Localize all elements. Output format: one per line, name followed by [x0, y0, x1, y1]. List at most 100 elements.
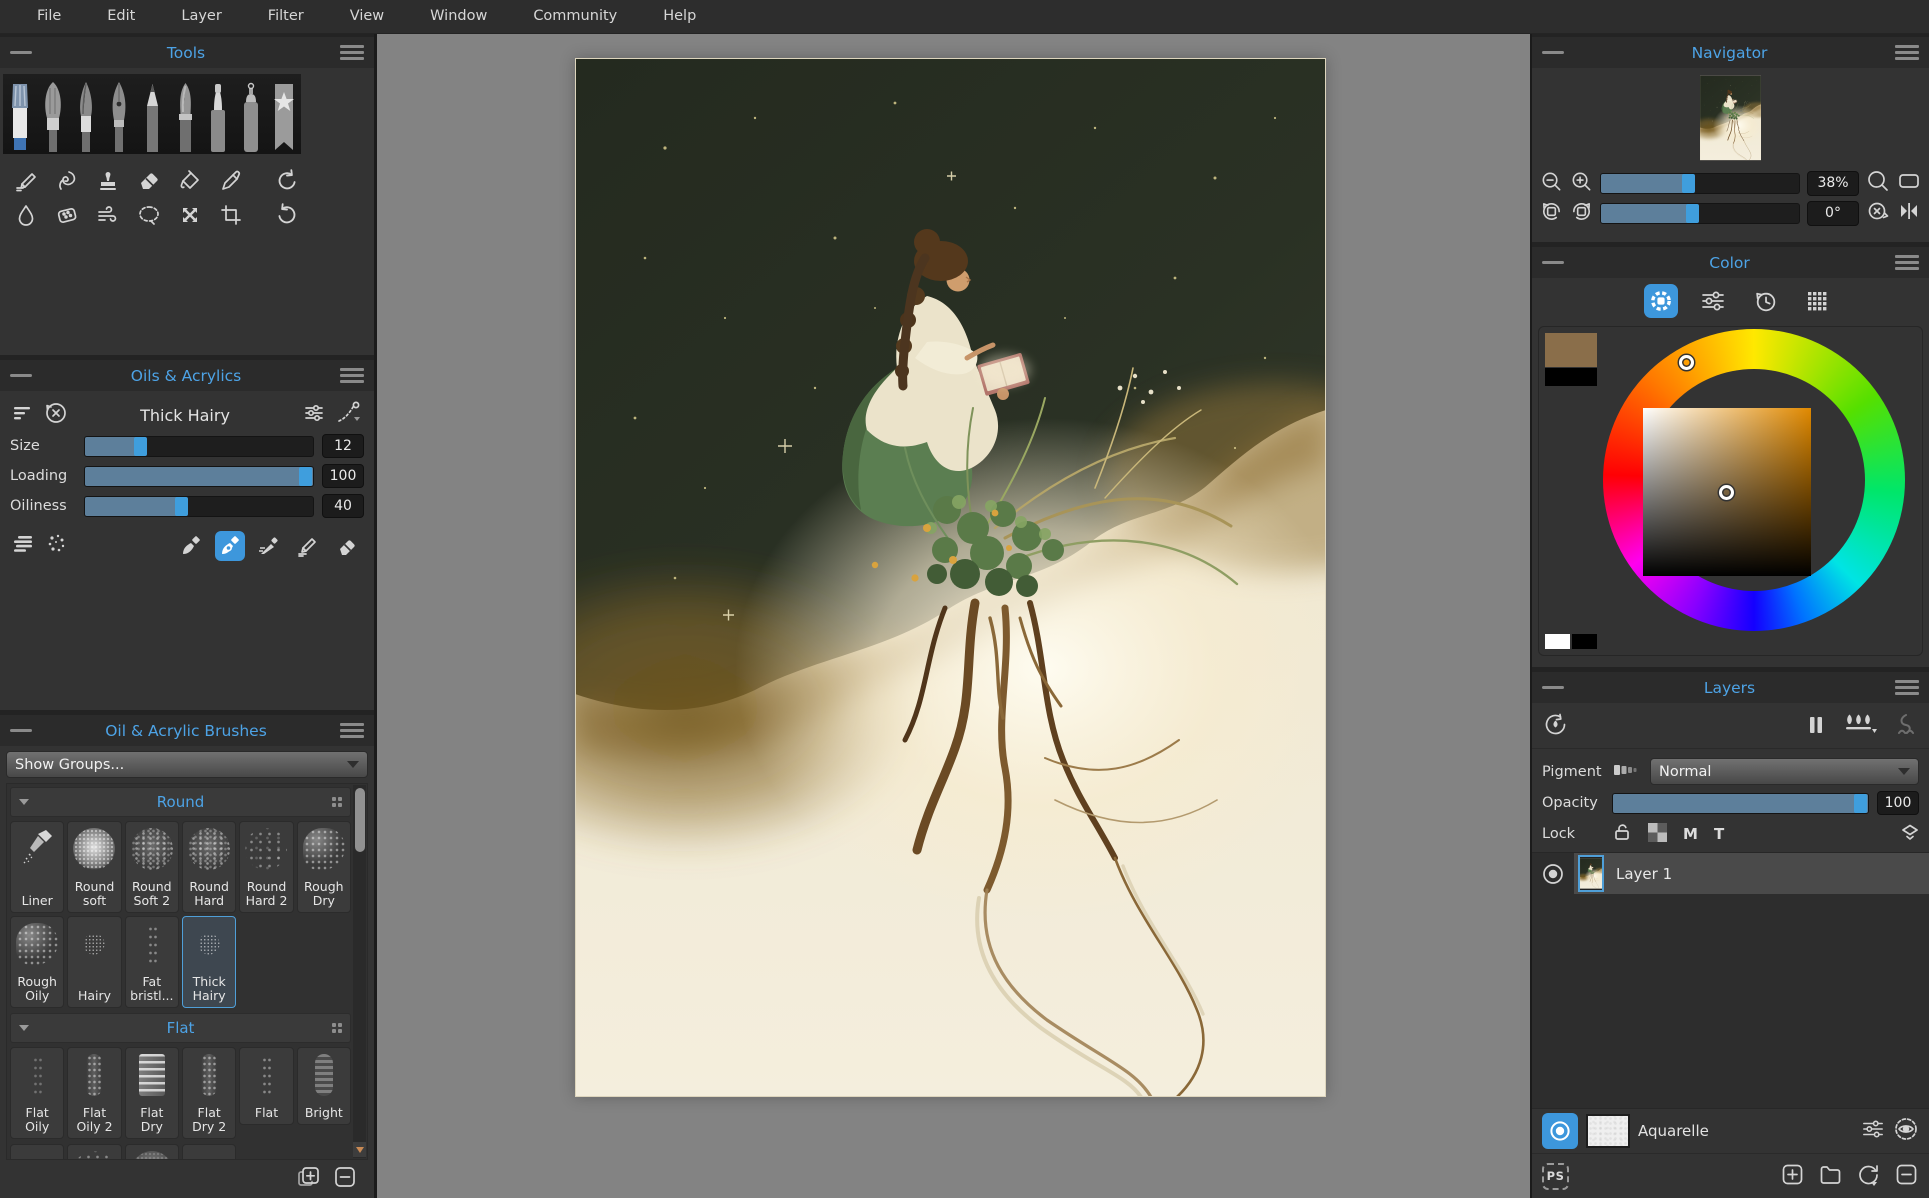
group-collapse-icon[interactable]: [19, 799, 29, 805]
layer-visibility-icon[interactable]: [1532, 862, 1574, 886]
show-groups-dropdown[interactable]: Show Groups...: [6, 751, 368, 778]
smudge-tool-icon[interactable]: [54, 168, 80, 194]
brush-flat-dry[interactable]: Flat Dry: [124, 1047, 179, 1139]
category-spray-icon[interactable]: [234, 74, 267, 154]
collapse-icon[interactable]: [1542, 51, 1564, 54]
collapse-icon[interactable]: [10, 51, 32, 54]
oils-panel-header[interactable]: Oils & Acrylics: [0, 360, 374, 391]
size-value[interactable]: 12: [322, 434, 364, 458]
group-drag-handle[interactable]: [332, 1023, 342, 1033]
fit-screen-icon[interactable]: [1897, 169, 1921, 197]
category-knife-icon[interactable]: [168, 74, 201, 154]
brush-bright[interactable]: Bright: [296, 1047, 351, 1125]
add-layer-button[interactable]: [1780, 1162, 1805, 1191]
brush-liner[interactable]: Liner: [10, 821, 65, 913]
brush-list-scrollbar[interactable]: [353, 785, 366, 1158]
stamp-tool-icon[interactable]: [95, 168, 121, 194]
undo-icon[interactable]: [274, 168, 300, 194]
reset-preset-icon[interactable]: [44, 401, 68, 429]
brush-tile[interactable]: [67, 1144, 122, 1159]
brush-round-soft-2[interactable]: Round Soft 2: [124, 821, 179, 913]
zoom-in-icon[interactable]: [1570, 170, 1593, 197]
brush-flat-oily[interactable]: Flat Oily: [10, 1047, 65, 1139]
paper-layer-name[interactable]: Aquarelle: [1638, 1122, 1853, 1140]
zoom-actual-icon[interactable]: [1866, 169, 1890, 197]
menu-community[interactable]: Community: [512, 0, 638, 33]
loading-slider[interactable]: [84, 465, 314, 487]
category-ink-icon[interactable]: [102, 74, 135, 154]
panel-menu-icon[interactable]: [340, 368, 364, 383]
layer-name[interactable]: Layer 1: [1616, 865, 1672, 883]
flip-horizontal-icon[interactable]: [1897, 199, 1921, 227]
lock-alpha-icon[interactable]: [1648, 822, 1667, 846]
navigator-thumbnail[interactable]: [1700, 74, 1761, 162]
menu-edit[interactable]: Edit: [86, 0, 156, 33]
scatter-icon[interactable]: [45, 532, 69, 560]
sv-marker[interactable]: [1719, 485, 1734, 500]
artwork-canvas[interactable]: [575, 58, 1326, 1097]
dry-brush-mode-icon[interactable]: [254, 531, 284, 561]
pen-mode-icon[interactable]: [293, 531, 323, 561]
group-flat-header[interactable]: Flat: [10, 1013, 351, 1043]
menu-filter[interactable]: Filter: [247, 0, 325, 33]
opacity-slider[interactable]: [1612, 792, 1869, 814]
category-oils-icon[interactable]: [3, 74, 36, 154]
panel-menu-icon[interactable]: [1895, 255, 1919, 270]
streaks-icon[interactable]: [12, 532, 36, 560]
collapse-icon[interactable]: [10, 374, 32, 377]
lasso-tool-icon[interactable]: [136, 202, 162, 228]
brush-round-hard[interactable]: Round Hard: [181, 821, 237, 913]
color-panel-header[interactable]: Color: [1532, 247, 1929, 278]
remove-brush-button[interactable]: [332, 1164, 358, 1194]
category-watercolor-icon[interactable]: [69, 74, 102, 154]
blend-mode-dropdown[interactable]: Normal: [1650, 758, 1919, 785]
brush-tile[interactable]: [10, 1144, 65, 1159]
lock-mask-toggle[interactable]: M: [1683, 825, 1698, 843]
zoom-out-icon[interactable]: [1540, 170, 1563, 197]
brush-fat-bristle[interactable]: Fat bristl...: [124, 916, 179, 1008]
blow-tool-icon[interactable]: [95, 202, 121, 228]
collapse-icon[interactable]: [1542, 261, 1564, 264]
fill-tool-icon[interactable]: [177, 168, 203, 194]
brush-tile[interactable]: [124, 1144, 179, 1159]
menu-window[interactable]: Window: [409, 0, 508, 33]
layer-row[interactable]: Layer 1: [1532, 853, 1929, 894]
brush-rough-dry[interactable]: Rough Dry: [296, 821, 351, 913]
menu-view[interactable]: View: [329, 0, 405, 33]
paper-settings-icon[interactable]: [1861, 1118, 1885, 1144]
brush-flat[interactable]: Flat: [239, 1047, 294, 1125]
current-color-swatch[interactable]: [1545, 333, 1597, 367]
eraser-tool-icon[interactable]: [136, 168, 162, 194]
black-swatch[interactable]: [1572, 634, 1597, 649]
lock-position-icon[interactable]: [1612, 822, 1632, 846]
category-favorites-icon[interactable]: [267, 74, 300, 154]
paint-mode-icon[interactable]: [176, 531, 206, 561]
eyedropper-tool-icon[interactable]: [218, 168, 244, 194]
brush-tile[interactable]: [181, 1144, 237, 1159]
oiliness-slider[interactable]: [84, 495, 314, 517]
lock-transform-toggle[interactable]: T: [1714, 825, 1724, 843]
hue-marker[interactable]: [1679, 355, 1694, 370]
pause-preview-icon[interactable]: [1805, 714, 1827, 740]
add-group-button[interactable]: [1818, 1162, 1843, 1191]
layers-panel-header[interactable]: Layers: [1532, 672, 1929, 703]
color-wheel-mode-icon[interactable]: [1644, 284, 1678, 318]
transform-tool-icon[interactable]: [177, 202, 203, 228]
water-tool-icon[interactable]: [13, 202, 39, 228]
preset-list-icon[interactable]: [12, 402, 34, 428]
category-marker-icon[interactable]: [201, 74, 234, 154]
tools-panel-header[interactable]: Tools: [0, 37, 374, 68]
paper-texture-thumbnail[interactable]: [1586, 1114, 1630, 1148]
zoom-value[interactable]: 38%: [1807, 170, 1859, 196]
delete-layer-button[interactable]: [1894, 1162, 1919, 1191]
zoom-slider[interactable]: [1600, 172, 1800, 194]
add-brush-button[interactable]: [296, 1164, 322, 1194]
paint-mix-mode-icon[interactable]: [215, 531, 245, 561]
rotation-slider[interactable]: [1600, 202, 1800, 224]
oiliness-value[interactable]: 40: [322, 494, 364, 518]
brush-round-hard-2[interactable]: Round Hard 2: [239, 821, 294, 913]
brush-settings-icon[interactable]: [302, 401, 326, 429]
white-swatch[interactable]: [1545, 634, 1570, 649]
panel-menu-icon[interactable]: [1895, 680, 1919, 695]
reset-rotation-icon[interactable]: [1866, 199, 1890, 227]
